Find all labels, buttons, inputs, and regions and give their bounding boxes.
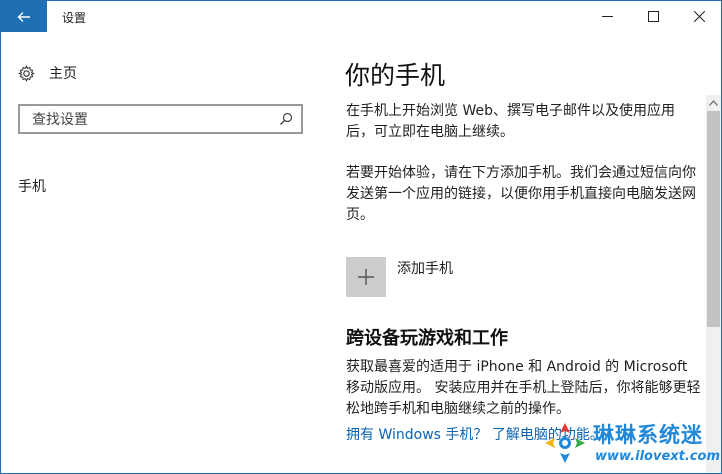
instruction-text: 若要开始体验，请在下方添加手机。我们会通过短信向你发送第一个应用的链接，以便你用…: [346, 165, 696, 223]
add-phone-label: 添加手机: [397, 261, 453, 277]
section-title: 跨设备玩游戏和工作: [346, 328, 508, 349]
page-title: 你的手机: [345, 61, 446, 90]
intro-text: 在手机上开始浏览 Web、撰写电子邮件以及使用应用后，可立即在电脑上继续。: [346, 103, 675, 140]
minimize-icon: [601, 16, 613, 17]
title-bar: 设置: [1, 1, 721, 32]
search-box[interactable]: [18, 104, 303, 134]
back-button[interactable]: [1, 1, 47, 32]
search-input[interactable]: [30, 110, 274, 130]
settings-window: 设置 主页 手机 你的手机 在手机上开始浏览 Web、撰写电子邮件以及使用应用后…: [0, 0, 722, 474]
close-button[interactable]: [676, 1, 722, 32]
search-icon[interactable]: [279, 112, 293, 126]
watermark-logo-icon: [545, 423, 585, 463]
maximize-icon: [647, 11, 659, 22]
gear-icon: [18, 64, 35, 82]
watermark: 琳琳系统迷 www.ilovext.com: [543, 417, 721, 473]
watermark-url: www.ilovext.com: [595, 449, 720, 464]
close-icon: [693, 11, 705, 22]
home-nav-item[interactable]: 主页: [18, 63, 77, 83]
add-phone-tile[interactable]: [346, 257, 386, 297]
add-phone-button[interactable]: 添加手机: [346, 257, 453, 297]
scroll-up-button[interactable]: [706, 95, 721, 111]
plus-icon: [358, 269, 374, 285]
scrollbar-thumb[interactable]: [707, 111, 720, 327]
back-arrow-icon: [17, 11, 30, 22]
minimize-button[interactable]: [584, 1, 630, 32]
chevron-up-icon: [709, 100, 718, 106]
window-title: 设置: [62, 11, 87, 25]
home-label: 主页: [49, 66, 77, 82]
section-text: 获取最喜爱的适用于 iPhone 和 Android 的 Microsoft 移…: [346, 359, 701, 417]
watermark-brand: 琳琳系统迷: [593, 423, 703, 447]
sidebar-item-phone[interactable]: 手机: [18, 176, 46, 196]
maximize-button[interactable]: [630, 1, 676, 32]
